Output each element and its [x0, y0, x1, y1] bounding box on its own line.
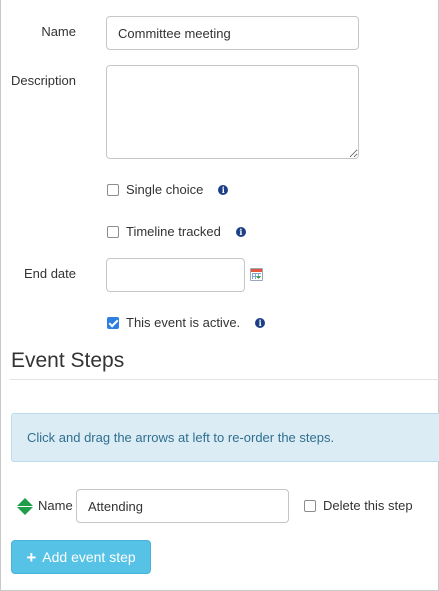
add-event-step-button[interactable]: + Add event step	[11, 540, 151, 574]
info-icon[interactable]: i	[235, 226, 246, 237]
description-field[interactable]	[106, 65, 359, 159]
info-icon[interactable]: i	[218, 184, 229, 195]
add-event-step-label: Add event step	[42, 549, 136, 565]
step-name-label: Name	[38, 498, 73, 513]
timeline-tracked-row: Timeline tracked i	[107, 224, 246, 239]
name-field[interactable]	[106, 16, 359, 50]
active-row: This event is active. i	[107, 315, 266, 330]
info-icon[interactable]: i	[255, 317, 266, 328]
single-choice-label: Single choice	[126, 182, 204, 197]
active-label: This event is active.	[126, 315, 241, 330]
end-date-field[interactable]	[106, 258, 245, 292]
description-label: Description	[10, 73, 76, 88]
single-choice-row: Single choice i	[107, 182, 229, 197]
delete-step-label: Delete this step	[323, 498, 413, 513]
active-checkbox[interactable]	[107, 316, 119, 329]
event-steps-title: Event Steps	[11, 349, 125, 372]
reorder-help-text: Click and drag the arrows at left to re-…	[27, 430, 335, 445]
name-label: Name	[41, 24, 76, 39]
delete-step-checkbox[interactable]	[304, 499, 316, 512]
delete-step-row: Delete this step	[304, 498, 413, 513]
reorder-help-alert: Click and drag the arrows at left to re-…	[11, 413, 439, 462]
timeline-tracked-label: Timeline tracked	[126, 224, 221, 239]
step-name-field[interactable]	[76, 489, 289, 523]
drag-handle-icon[interactable]	[17, 498, 33, 516]
calendar-icon[interactable]	[250, 268, 263, 281]
plus-icon: +	[26, 547, 37, 567]
single-choice-checkbox[interactable]	[107, 183, 119, 196]
timeline-tracked-checkbox[interactable]	[107, 225, 119, 238]
end-date-label: End date	[23, 266, 76, 281]
section-divider	[10, 379, 439, 380]
